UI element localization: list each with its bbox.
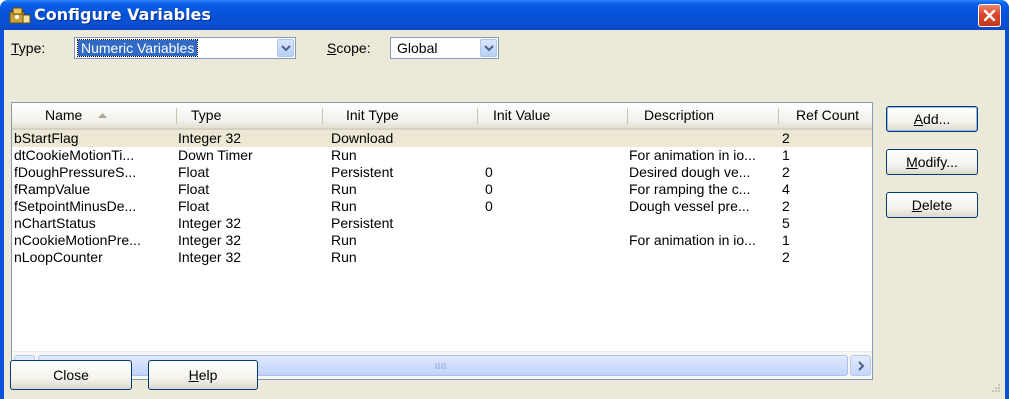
scope-dropdown[interactable]: Global [390, 37, 499, 59]
cell-name: fRampValue [14, 181, 91, 197]
cell-init-type: Persistent [331, 215, 394, 231]
cell-ref-count: 2 [782, 249, 790, 265]
column-header-init-value[interactable]: Init Value [493, 103, 550, 128]
column-separator[interactable] [176, 108, 177, 124]
close-window-button[interactable] [978, 4, 1001, 27]
cell-ref-count: 2 [782, 164, 790, 180]
cell-init-value [485, 249, 625, 266]
table-row[interactable]: nCookieMotionPre... Integer 32 Run For a… [12, 232, 872, 249]
cell-name: nLoopCounter [14, 249, 103, 265]
add-button[interactable]: Add... [886, 106, 978, 132]
variables-list[interactable]: Name Type Init Type Init Value Descripti… [11, 102, 873, 380]
cell-name: nCookieMotionPre... [14, 232, 141, 248]
cell-init-type: Run [331, 232, 357, 248]
app-icon [9, 7, 31, 24]
cell-init-value [485, 215, 625, 232]
cell-ref-count: 2 [782, 130, 790, 146]
list-header: Name Type Init Type Init Value Descripti… [12, 103, 872, 130]
delete-button[interactable]: Delete [886, 192, 978, 218]
column-header-init-type[interactable]: Init Type [346, 103, 399, 128]
grip-icon [435, 363, 446, 369]
cell-init-type: Download [331, 130, 394, 146]
scope-dropdown-value: Global [397, 40, 438, 56]
close-icon [983, 9, 996, 22]
table-row[interactable]: dtCookieMotionTi... Down Timer Run For a… [12, 147, 872, 164]
cell-name: bStartFlag [14, 130, 79, 146]
cell-init-type: Run [331, 249, 357, 265]
cell-description: For animation in io... [629, 147, 756, 163]
horizontal-scrollbar[interactable] [12, 351, 872, 379]
help-button[interactable]: Help [148, 360, 258, 390]
scroll-right-button[interactable] [850, 355, 871, 376]
list-rows: bStartFlag Integer 32 Download 2 dtCooki… [12, 130, 872, 266]
cell-description [629, 249, 779, 266]
chevron-right-icon [858, 361, 865, 371]
chevron-down-icon [281, 45, 291, 52]
cell-name: dtCookieMotionTi... [14, 147, 135, 163]
dialog-window: Configure Variables Type: Numeric Variab… [0, 0, 1009, 399]
cell-init-value: 0 [485, 164, 493, 180]
column-separator[interactable] [477, 108, 478, 124]
cell-ref-count: 1 [782, 147, 790, 163]
cell-init-type: Run [331, 181, 357, 197]
chevron-down-icon [484, 45, 494, 52]
close-button[interactable]: Close [10, 360, 132, 390]
cell-name: fSetpointMinusDe... [14, 198, 137, 214]
cell-init-value: 0 [485, 181, 493, 197]
table-row[interactable]: nLoopCounter Integer 32 Run 2 [12, 249, 872, 266]
cell-type: Float [178, 164, 210, 180]
cell-description: For animation in io... [629, 232, 756, 248]
cell-init-type: Persistent [331, 164, 394, 180]
cell-init-value: 0 [485, 198, 493, 214]
sort-ascending-icon [98, 113, 107, 118]
type-dropdown-button[interactable] [277, 39, 294, 57]
cell-init-value [485, 147, 625, 164]
cell-type: Integer 32 [178, 215, 242, 231]
cell-type: Down Timer [178, 147, 253, 163]
cell-ref-count: 4 [782, 181, 790, 197]
dialog-client: Type: Numeric Variables Scope: Global Na… [4, 30, 1005, 399]
cell-description: Desired dough ve... [629, 164, 751, 180]
column-separator[interactable] [627, 108, 628, 124]
table-row[interactable]: nChartStatus Integer 32 Persistent 5 [12, 215, 872, 232]
window-title: Configure Variables [34, 5, 211, 24]
resize-grip-icon[interactable] [989, 383, 1001, 395]
column-header-description[interactable]: Description [644, 103, 714, 128]
cell-type: Float [178, 198, 210, 214]
table-row[interactable]: fRampValue Float Run 0 For ramping the c… [12, 181, 872, 198]
cell-init-value [485, 232, 625, 249]
cell-ref-count: 2 [782, 198, 790, 214]
cell-description [629, 130, 779, 147]
column-header-ref-count[interactable]: Ref Count [796, 103, 859, 128]
scope-label: Scope: [327, 40, 371, 56]
cell-type: Integer 32 [178, 232, 242, 248]
cell-type: Integer 32 [178, 130, 242, 146]
column-header-type[interactable]: Type [191, 103, 221, 128]
cell-description [629, 215, 779, 232]
cell-type: Float [178, 181, 210, 197]
cell-type: Integer 32 [178, 249, 242, 265]
column-separator[interactable] [778, 108, 779, 124]
cell-description: For ramping the c... [629, 181, 751, 197]
column-separator[interactable] [322, 108, 323, 124]
type-dropdown-value: Numeric Variables [76, 39, 199, 57]
type-label: Type: [11, 40, 46, 56]
table-row[interactable]: bStartFlag Integer 32 Download 2 [12, 130, 872, 147]
cell-description: Dough vessel pre... [629, 198, 750, 214]
cell-ref-count: 1 [782, 232, 790, 248]
cell-init-value [485, 130, 625, 147]
cell-init-type: Run [331, 198, 357, 214]
modify-button[interactable]: Modify... [886, 149, 978, 175]
table-row[interactable]: fSetpointMinusDe... Float Run 0 Dough ve… [12, 198, 872, 215]
cell-name: fDoughPressureS... [14, 164, 137, 180]
title-bar[interactable]: Configure Variables [0, 0, 1009, 30]
column-header-name[interactable]: Name [45, 103, 82, 128]
cell-ref-count: 5 [782, 215, 790, 231]
cell-name: nChartStatus [14, 215, 96, 231]
cell-init-type: Run [331, 147, 357, 163]
scope-dropdown-button[interactable] [480, 39, 497, 57]
type-dropdown[interactable]: Numeric Variables [74, 37, 296, 59]
table-row[interactable]: fDoughPressureS... Float Persistent 0 De… [12, 164, 872, 181]
